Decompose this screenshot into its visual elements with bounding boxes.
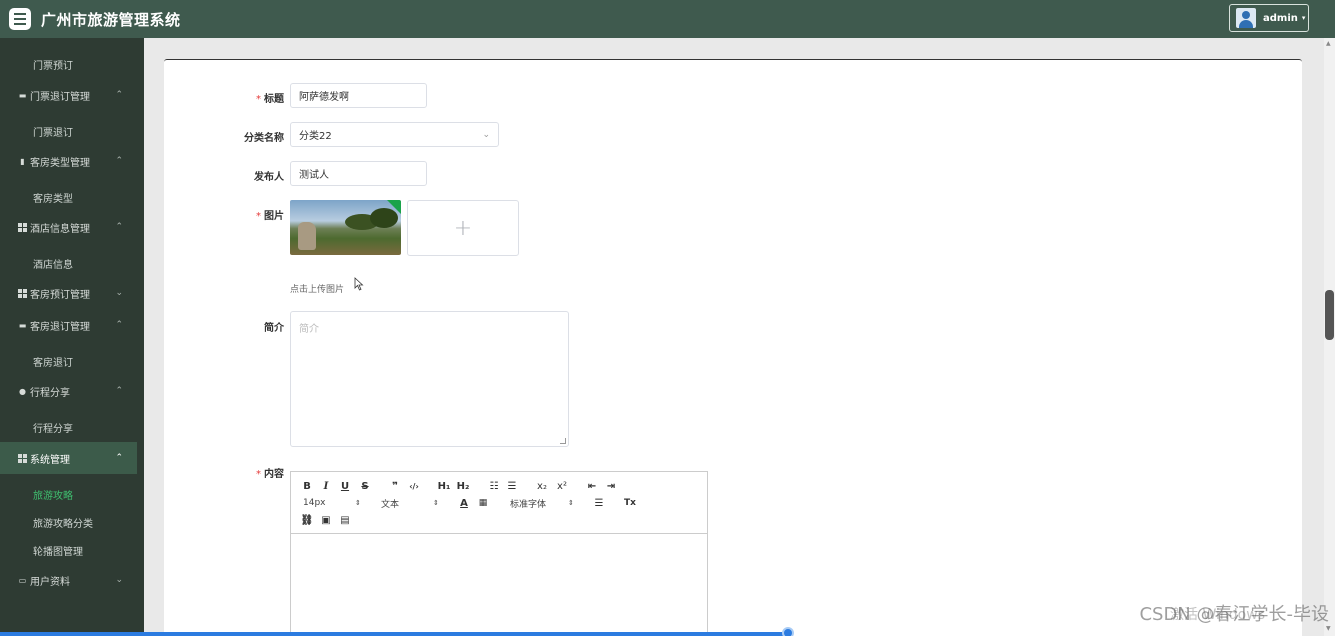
grid-icon [18, 288, 27, 298]
bold-button[interactable]: B [299, 479, 315, 493]
bullet-list-icon[interactable]: ☰ [504, 479, 520, 493]
updown-icon: ⇕ [433, 499, 439, 507]
chevron-down-icon: ⌄ [115, 575, 123, 585]
plus-icon: + [453, 215, 473, 241]
top-header: 广州市旅游管理系统 admin ▾ [0, 0, 1335, 38]
sidebar-item-ticket-refund[interactable]: 门票退订 [0, 115, 137, 147]
indent-icon[interactable]: ⇥ [603, 479, 619, 493]
progress-handle [782, 627, 794, 636]
title-input[interactable]: 阿萨德发啊 [290, 83, 427, 108]
strike-button[interactable]: S [357, 479, 373, 493]
upload-hint: 点击上传图片 [290, 285, 345, 295]
form-card: * 标题 阿萨德发啊 分类名称 分类22 ⌄ 发布人 测试人 * 图片 + 点击上传… [164, 59, 1302, 636]
updown-icon: ⇕ [568, 499, 574, 507]
subscript-button[interactable]: x₂ [533, 479, 551, 493]
card-icon: ▭ [18, 575, 27, 585]
app-title: 广州市旅游管理系统 [41, 10, 181, 29]
chevron-up-icon: ⌃ [115, 156, 123, 166]
font-color-button[interactable]: A [457, 496, 471, 510]
resize-handle-icon[interactable] [560, 438, 566, 444]
comment-icon: ▬ [18, 90, 27, 100]
rich-text-editor[interactable]: B I U S ❞ ‹/› H₁ H₂ ☷ ☰ x₂ x² ⇤ ⇥ 14px ⇕ [290, 471, 708, 636]
mouse-cursor-icon [354, 277, 364, 291]
chevron-up-icon: ⌃ [115, 222, 123, 232]
font-family-select[interactable]: 标准字体 ⇕ [510, 496, 576, 510]
sidebar-group-system[interactable]: 系统管理 ⌃ [0, 442, 137, 474]
scroll-up-icon[interactable]: ▲ [1326, 40, 1331, 47]
loading-progress-bar [0, 632, 790, 636]
sidebar-item-trip-share[interactable]: 行程分享 [0, 411, 137, 443]
h1-button[interactable]: H₁ [435, 479, 453, 493]
intro-textarea[interactable]: 简介 [290, 311, 569, 447]
grid-icon [18, 453, 27, 463]
content-label: * 内容 [256, 469, 284, 480]
image-label: * 图片 [256, 211, 284, 222]
storage-icon: ▬ [18, 320, 27, 330]
quote-icon[interactable]: ❞ [387, 479, 403, 493]
clear-format-button[interactable]: Tx [622, 496, 638, 510]
sidebar-item-ticket-booking[interactable]: 门票预订 [0, 48, 137, 80]
category-label: 分类名称 [244, 133, 284, 144]
user-icon: ● [19, 386, 26, 396]
editor-toolbar: B I U S ❞ ‹/› H₁ H₂ ☷ ☰ x₂ x² ⇤ ⇥ 14px ⇕ [291, 472, 707, 534]
sidebar-group-user-profile[interactable]: ▭ 用户资料 ⌄ [0, 564, 137, 596]
image-upload-button[interactable]: + [407, 200, 519, 256]
font-size-select[interactable]: 14px ⇕ [303, 496, 363, 510]
document-icon: ▮ [20, 156, 25, 166]
intro-label: 简介 [264, 323, 284, 334]
chevron-up-icon: ⌃ [115, 386, 123, 396]
sidebar-item-carousel[interactable]: 轮播图管理 [0, 534, 137, 566]
link-icon[interactable]: ⛓ [300, 513, 314, 527]
h2-button[interactable]: H₂ [454, 479, 472, 493]
sidebar-item-hotel-info[interactable]: 酒店信息 [0, 247, 137, 279]
chevron-up-icon: ⌃ [115, 453, 123, 463]
sidebar-group-room-type[interactable]: ▮ 客房类型管理 ⌃ [0, 145, 137, 177]
main-area: * 标题 阿萨德发啊 分类名称 分类22 ⌄ 发布人 测试人 * 图片 + 点击上传… [144, 38, 1324, 636]
avatar-icon [1236, 8, 1256, 28]
sidebar-group-room-booking[interactable]: 客房预订管理 ⌄ [0, 277, 137, 309]
background-color-icon[interactable]: ▦ [476, 496, 490, 510]
chevron-down-icon: ⌄ [115, 288, 123, 298]
caret-down-icon: ▾ [1301, 14, 1306, 22]
csdn-watermark: CSDN @春江学长-毕设 [1139, 604, 1329, 625]
page-scrollbar[interactable]: ▲ ▼ [1324, 38, 1335, 636]
sidebar-group-hotel-info[interactable]: 酒店信息管理 ⌃ [0, 211, 137, 243]
italic-button[interactable]: I [318, 479, 334, 493]
chevron-up-icon: ⌃ [115, 320, 123, 330]
grid-icon [18, 222, 27, 232]
sidebar-group-trip-share[interactable]: ● 行程分享 ⌃ [0, 375, 137, 407]
scroll-down-icon[interactable]: ▼ [1326, 625, 1331, 632]
updown-icon: ⇕ [355, 499, 361, 507]
text-style-select[interactable]: 文本 ⇕ [381, 496, 441, 510]
uploaded-image-thumbnail[interactable] [290, 200, 401, 255]
sidebar: 门票预订 ▬ 门票退订管理 ⌃ 门票退订 ▮ 客房类型管理 ⌃ 客房类型 酒店信… [0, 38, 144, 636]
sidebar-item-room-type[interactable]: 客房类型 [0, 181, 137, 213]
user-name: admin [1263, 12, 1298, 24]
user-menu-button[interactable]: admin ▾ [1229, 4, 1309, 32]
upload-success-badge [387, 200, 401, 214]
publisher-input[interactable]: 测试人 [290, 161, 427, 186]
category-select[interactable]: 分类22 ⌄ [290, 122, 499, 147]
sidebar-group-room-refund[interactable]: ▬ 客房退订管理 ⌃ [0, 309, 137, 341]
video-icon[interactable]: ▤ [338, 513, 352, 527]
scroll-thumb[interactable] [1325, 290, 1334, 340]
align-left-icon[interactable]: ☰ [592, 496, 606, 510]
image-icon[interactable]: ▣ [319, 513, 333, 527]
code-icon[interactable]: ‹/› [405, 479, 423, 493]
ordered-list-icon[interactable]: ☷ [486, 479, 502, 493]
menu-toggle-icon[interactable] [9, 8, 31, 30]
sidebar-group-ticket-refund[interactable]: ▬ 门票退订管理 ⌃ [0, 79, 137, 111]
superscript-button[interactable]: x² [553, 479, 571, 493]
chevron-down-icon: ⌄ [482, 130, 490, 140]
sidebar-item-room-refund[interactable]: 客房退订 [0, 345, 137, 377]
underline-button[interactable]: U [337, 479, 353, 493]
title-label: * 标题 [256, 94, 284, 105]
outdent-icon[interactable]: ⇤ [584, 479, 600, 493]
chevron-up-icon: ⌃ [115, 90, 123, 100]
publisher-label: 发布人 [254, 172, 284, 183]
